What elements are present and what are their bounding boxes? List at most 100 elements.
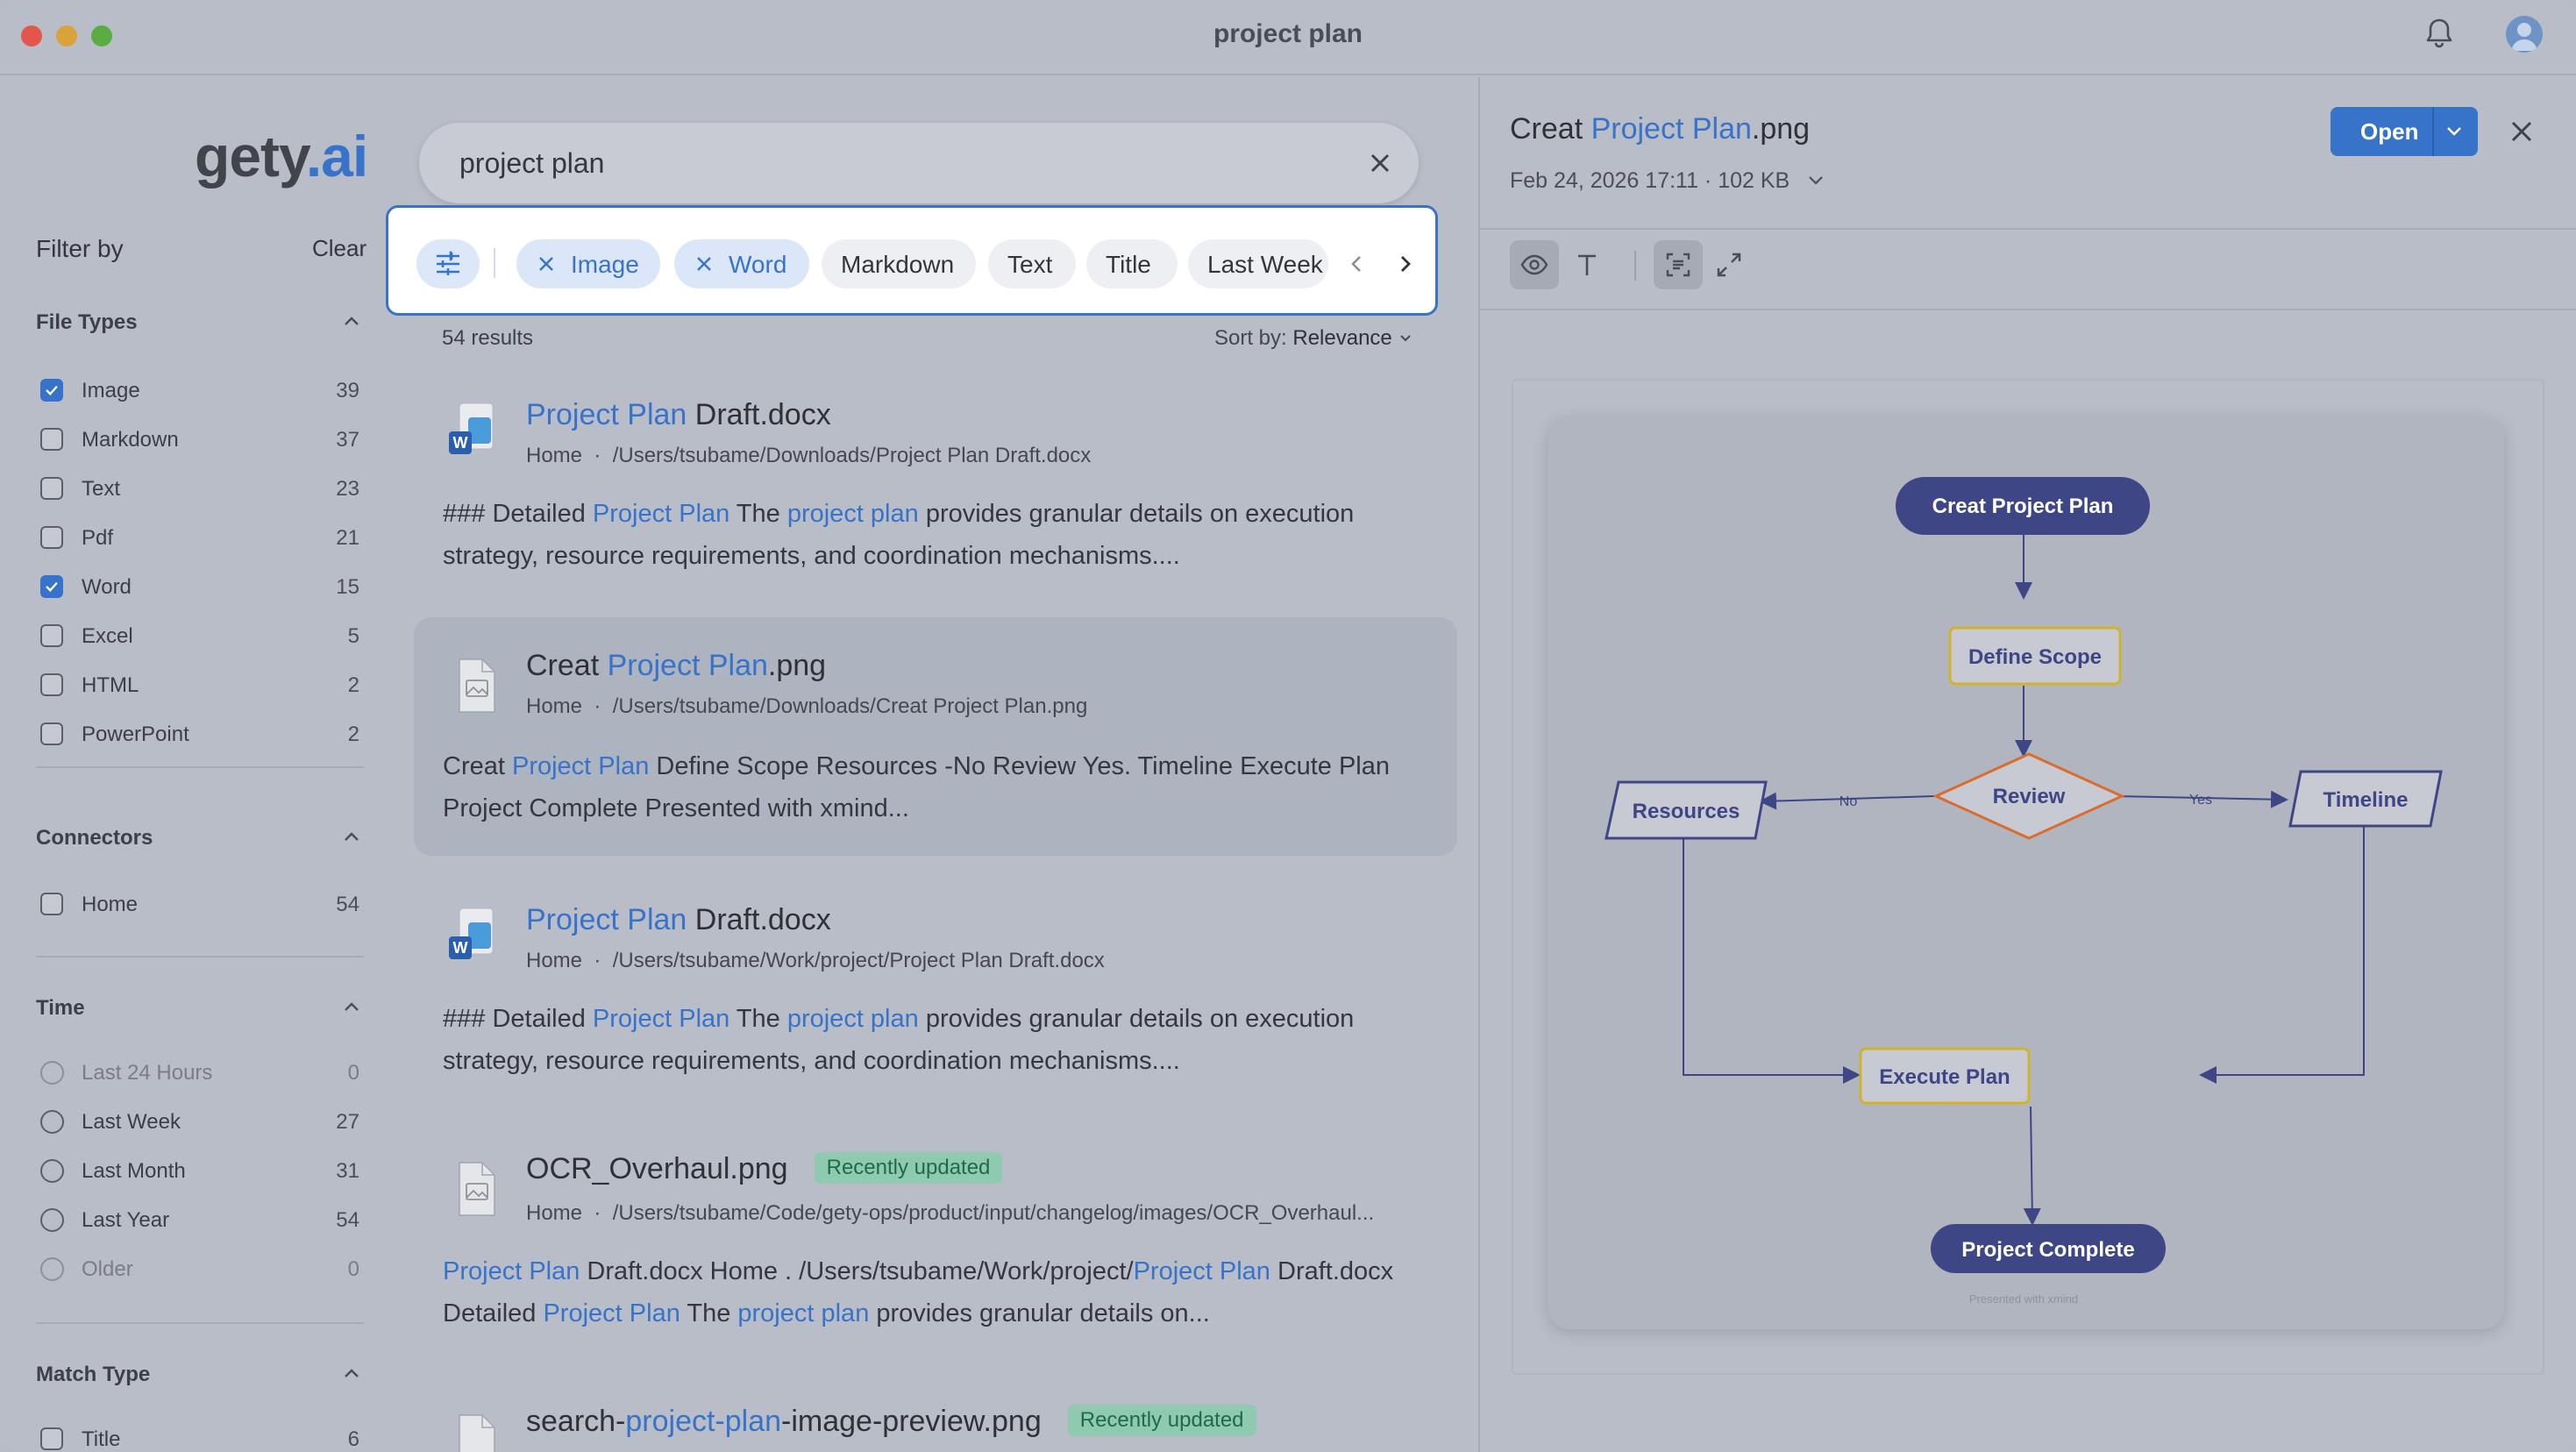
radio[interactable] [40,1110,64,1134]
clear-search-icon[interactable] [1363,146,1398,181]
filter-settings-button[interactable] [416,239,480,288]
title-text: -image-preview.png [781,1405,1042,1438]
expand-button[interactable] [1704,240,1754,289]
checkbox[interactable] [40,477,63,500]
snippet-highlight: project plan [737,1299,870,1327]
chip-image[interactable]: Image [516,239,660,288]
connector-home-filter[interactable]: Home 54 [40,886,359,921]
filter-count: 54 [336,1208,359,1232]
search-bar[interactable]: project plan [419,123,1419,203]
filter-label: Last Month [82,1159,186,1183]
chip-label: Word [729,251,787,278]
flowchart-image: Creat Project Plan Define Scope Review R… [1548,417,2504,1329]
time-filter-last-week[interactable]: Last Week 27 [40,1103,359,1138]
match-type-heading: Match Type [36,1363,151,1386]
file-type-filter-text[interactable]: Text 23 [40,470,359,505]
result-item[interactable]: OCR_Overhaul.png Recently updated Home · … [414,1140,1457,1350]
user-avatar[interactable] [2506,16,2543,53]
file-type-filter-image[interactable]: Image 39 [40,372,359,407]
radio [40,1257,64,1281]
chevron-up-icon[interactable] [342,1364,361,1384]
text-mode-button[interactable] [1562,240,1612,289]
radio [40,1061,64,1085]
title-highlight: project-plan [625,1405,782,1438]
result-snippet: ### Detailed Project Plan The project pl… [443,998,1425,1082]
chevron-down-icon[interactable] [1804,174,1827,188]
result-item[interactable]: W Project Plan Draft.docx Home · /Users/… [414,386,1457,596]
toolbar-separator [1634,251,1636,281]
checkbox[interactable] [40,624,63,647]
checkbox[interactable] [40,893,63,915]
preview-meta[interactable]: Feb 24, 2026 17:11 · 102 KB [1510,168,1827,194]
checkbox[interactable] [40,428,63,451]
ocr-button[interactable] [1654,240,1703,289]
sort-dropdown[interactable]: Sort by: Relevance [1214,326,1413,351]
file-type-filter-powerpoint[interactable]: PowerPoint 2 [40,715,359,751]
yes-edge-label: Yes [2189,793,2212,808]
result-title[interactable]: OCR_Overhaul.png Recently updated [526,1152,1003,1186]
close-icon[interactable] [536,253,557,274]
filter-label: Excel [82,624,133,648]
result-snippet: ### Detailed Project Plan The project pl… [443,493,1425,577]
result-title[interactable]: search-project-plan-image-preview.png Rec… [526,1405,1256,1439]
checkbox[interactable] [40,673,63,696]
filter-count: 27 [336,1110,359,1134]
clear-filters-button[interactable]: Clear [312,235,366,262]
bell-icon[interactable] [2422,16,2457,51]
filter-count: 5 [347,624,359,648]
diagram-footer: Presented with xmind [1969,1292,2078,1306]
filter-label: Image [82,379,140,402]
chevron-up-icon[interactable] [342,828,361,847]
recently-updated-badge: Recently updated [814,1152,1003,1185]
filter-label: PowerPoint [82,722,189,746]
time-filter-last-year[interactable]: Last Year 54 [40,1201,359,1236]
result-title[interactable]: Project Plan Draft.docx [526,903,831,937]
file-type-filter-excel[interactable]: Excel 5 [40,617,359,652]
search-input[interactable]: project plan [459,147,604,180]
chip-title[interactable]: Title [1086,239,1178,288]
file-meta-text: Feb 24, 2026 17:11 · 102 KB [1510,168,1790,193]
chevron-left-icon[interactable] [1341,246,1372,281]
title-text: search- [526,1405,626,1438]
chevron-right-icon[interactable] [1390,246,1421,281]
checkbox[interactable] [40,575,63,598]
filter-label: Home [82,893,139,916]
chip-word[interactable]: Word [674,239,809,288]
filter-count: 6 [347,1427,359,1451]
result-title[interactable]: Project Plan Draft.docx [526,398,831,432]
checkbox[interactable] [40,1427,63,1450]
checkbox[interactable] [40,526,63,549]
chip-last-week[interactable]: Last Week [1188,239,1328,288]
chip-markdown[interactable]: Markdown [822,239,976,288]
preview-mode-button[interactable] [1510,240,1559,289]
chevron-up-icon[interactable] [342,998,361,1017]
result-title[interactable]: Creat Project Plan.png [526,649,826,683]
file-type-filter-html[interactable]: HTML 2 [40,666,359,701]
time-filter-last-month[interactable]: Last Month 31 [40,1152,359,1187]
result-item-selected[interactable]: Creat Project Plan.png Home · /Users/tsu… [414,617,1457,856]
radio[interactable] [40,1208,64,1232]
checkbox[interactable] [40,722,63,745]
radio[interactable] [40,1159,64,1183]
result-item[interactable]: search-project-plan-image-preview.png Rec… [414,1392,1457,1452]
close-icon[interactable] [694,253,715,274]
snippet-text: Creat [443,752,512,780]
filter-label: Title [82,1427,121,1451]
open-button[interactable]: Open [2330,107,2478,156]
close-icon[interactable] [2506,116,2537,147]
chip-text[interactable]: Text [988,239,1076,288]
chevron-up-icon[interactable] [342,312,361,331]
match-title-filter[interactable]: Title 6 [40,1420,359,1452]
chevron-down-icon[interactable] [2443,123,2466,140]
result-item[interactable]: W Project Plan Draft.docx Home · /Users/… [414,891,1457,1101]
checkbox[interactable] [40,379,63,402]
title-highlight: Project Plan [1590,112,1752,146]
file-type-filter-pdf[interactable]: Pdf 21 [40,519,359,554]
file-type-filter-word[interactable]: Word 15 [40,568,359,603]
source-label: Home [526,1201,583,1225]
file-type-filter-markdown[interactable]: Markdown 37 [40,421,359,456]
eye-icon [1520,254,1548,275]
recently-updated-badge: Recently updated [1067,1405,1256,1437]
chip-label: Text [1007,251,1053,278]
title-text: Draft.docx [687,903,831,936]
